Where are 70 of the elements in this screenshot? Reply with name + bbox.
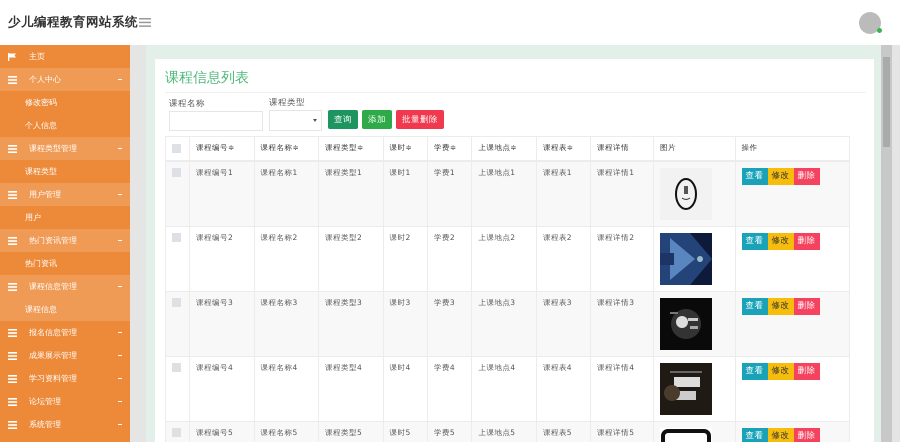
sidebar-item[interactable]: 论坛管理	[0, 390, 130, 413]
edit-button[interactable]: 修改	[768, 298, 794, 314]
sidebar-item[interactable]: 成果展示管理	[0, 344, 130, 367]
view-button[interactable]: 查看	[742, 232, 768, 250]
menu-label: 个人中心	[29, 74, 61, 85]
menu-label: 课程信息管理	[29, 281, 77, 292]
list-icon	[8, 144, 17, 152]
sidebar-item[interactable]: 用户管理	[0, 183, 130, 206]
delete-button[interactable]: 删除	[794, 232, 820, 250]
menu-label: 系统管理	[29, 419, 61, 430]
search-button[interactable]: 查询	[328, 110, 358, 129]
field-label: 课程类型	[269, 97, 306, 109]
delete-button[interactable]: 删除	[794, 362, 820, 380]
delete-button[interactable]: 删除	[794, 168, 820, 184]
checkbox[interactable]	[172, 144, 181, 153]
sidebar-subitem[interactable]: 课程信息	[0, 298, 130, 321]
sidebar-item[interactable]: 热门资讯管理	[0, 229, 130, 252]
menu-label: 主页	[29, 51, 45, 62]
menu-label: 成果展示管理	[29, 350, 77, 361]
scrollbar-thumb[interactable]	[883, 57, 890, 147]
menu-icon[interactable]	[139, 18, 151, 27]
page-title: 课程信息列表	[165, 67, 866, 93]
list-icon	[8, 374, 17, 382]
sidebar-item[interactable]: 主页	[0, 45, 130, 68]
scrollbar[interactable]	[881, 45, 892, 442]
checkbox[interactable]	[172, 232, 181, 242]
sidebar-item[interactable]: 个人中心	[0, 68, 130, 91]
edit-button[interactable]: 修改	[768, 232, 794, 250]
list-icon	[8, 190, 17, 198]
sidebar-item[interactable]: 课程信息管理	[0, 275, 130, 298]
menu-label: 用户管理	[29, 189, 61, 200]
sidebar-item[interactable]: 课程类型管理	[0, 137, 130, 160]
checkbox[interactable]	[172, 362, 181, 372]
flag-icon	[8, 52, 17, 60]
sidebar-item[interactable]: 系统管理	[0, 413, 130, 436]
view-button[interactable]: 查看	[742, 298, 768, 314]
checkbox[interactable]	[172, 168, 181, 176]
list-icon	[8, 328, 17, 336]
batch-delete-button[interactable]: 批量删除	[396, 110, 444, 129]
checkbox[interactable]	[172, 298, 181, 306]
view-button[interactable]: 查看	[742, 168, 768, 184]
delete-button[interactable]: 删除	[794, 428, 820, 442]
list-icon	[8, 282, 17, 290]
menu-label: 报名信息管理	[29, 327, 77, 338]
edit-button[interactable]: 修改	[768, 362, 794, 380]
list-icon	[8, 236, 17, 244]
app-title: 少儿编程教育网站系统	[8, 14, 139, 31]
view-button[interactable]: 查看	[742, 362, 768, 380]
sidebar-item[interactable]: 报名信息管理	[0, 321, 130, 344]
list-icon	[8, 420, 17, 428]
menu-label: 论坛管理	[29, 396, 61, 407]
delete-button[interactable]: 删除	[794, 298, 820, 314]
checkbox[interactable]	[172, 428, 181, 436]
list-icon	[8, 352, 17, 360]
field-label: 课程名称	[169, 98, 206, 110]
avatar[interactable]	[859, 12, 881, 34]
select-field[interactable]	[269, 110, 322, 131]
edit-button[interactable]: 修改	[768, 428, 794, 442]
input-field[interactable]	[169, 111, 263, 131]
sidebar-item[interactable]: 学习资料管理	[0, 367, 130, 390]
view-button[interactable]: 查看	[742, 428, 768, 442]
list-icon	[8, 76, 17, 84]
menu-label: 课程类型管理	[29, 143, 77, 154]
menu-label: 热门资讯管理	[29, 235, 77, 246]
list-icon	[8, 398, 17, 406]
edit-button[interactable]: 修改	[768, 168, 794, 184]
online-status-icon	[877, 28, 882, 32]
menu-label: 学习资料管理	[29, 373, 77, 384]
caret-icon	[313, 119, 317, 122]
add-button[interactable]: 添加	[362, 110, 392, 129]
